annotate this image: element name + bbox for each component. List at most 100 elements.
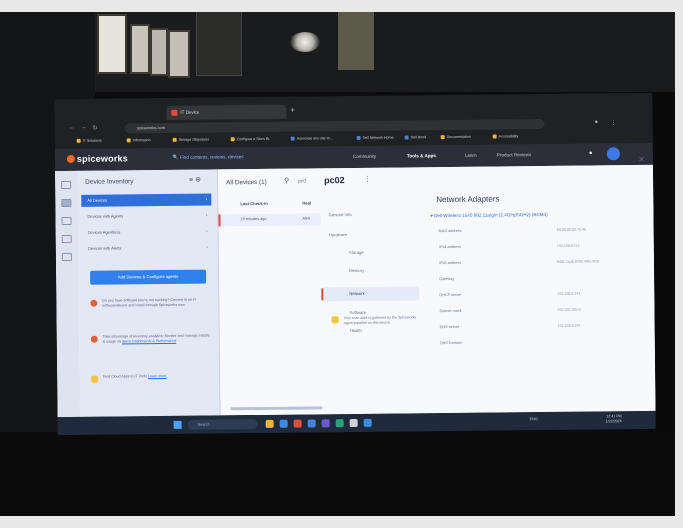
bookmark-item[interactable]: Information	[127, 135, 151, 146]
logo-text: spiceworks	[76, 153, 128, 164]
clock-date: 1/22/2024	[605, 419, 622, 424]
note-text: Your scan data is gathered by the Spicew…	[343, 315, 417, 326]
system-tray[interactable]: ENG	[530, 417, 538, 421]
browser-tab[interactable]: IT Device	[166, 104, 287, 120]
breadcrumb[interactable]: All Devices (1)	[226, 179, 267, 186]
sidebar-item-devices-agentless[interactable]: Devices Agentless ›	[82, 225, 212, 238]
avatar[interactable]	[606, 147, 620, 161]
tickets-icon[interactable]	[61, 216, 72, 226]
bookmark-item[interactable]: Dell Network Home	[357, 133, 394, 144]
filter-icon[interactable]: ≡	[189, 177, 193, 184]
windows-start-icon[interactable]	[173, 420, 182, 429]
reload-icon[interactable]: ↻	[93, 125, 98, 132]
sidebar-item-devices-with-alerts[interactable]: Devices with Alerts ›	[82, 241, 212, 254]
back-icon[interactable]: ←	[69, 125, 75, 131]
nav-tools-apps[interactable]: Tools & Apps	[407, 153, 436, 158]
pin-icon	[90, 335, 98, 343]
wall-frame	[150, 28, 168, 76]
wall-panel	[196, 6, 242, 76]
section-title: Network Adapters	[436, 194, 500, 205]
device-search-input[interactable]: pc0	[298, 179, 306, 185]
bookmark-item[interactable]: IT Solutions	[77, 136, 102, 147]
spiceworks-logo[interactable]: spiceworks	[66, 153, 128, 164]
pin-icon	[90, 299, 98, 307]
photo-border-bottom	[0, 516, 683, 528]
field-label: IPv4 address	[438, 244, 462, 250]
field-label: IPv6 address	[438, 260, 462, 266]
browser-chrome: IT Device + ← → ↻ spiceworks.com ● ⋮ IT …	[54, 92, 653, 150]
info-icon	[331, 316, 339, 324]
field-value: 192.168.8.241	[557, 291, 581, 296]
site-search[interactable]: 🔍 Find contents, reviews, devices	[173, 154, 244, 161]
app-icon[interactable]	[349, 418, 358, 428]
nav-item-general-info[interactable]: General Info	[328, 212, 351, 217]
column-header-health[interactable]: Heal	[302, 200, 311, 205]
column-header-last-checkin[interactable]: Last Check-in	[240, 201, 268, 206]
chrome-icon[interactable]	[293, 419, 302, 428]
app-icon[interactable]	[363, 418, 372, 427]
device-nav: General Info Hardware Storage Memory Net…	[318, 193, 420, 384]
device-panel: All Devices (1) ⚲ pc0 pc02 ⋮ ✕ Last Chec…	[218, 155, 656, 416]
add-icon[interactable]: ⊕	[195, 177, 201, 184]
inventory-icon[interactable]	[61, 198, 72, 208]
horizontal-scrollbar[interactable]	[230, 406, 323, 411]
nav-active-indicator	[321, 288, 324, 301]
tip-link[interactable]: Spice Dashboards & Performance	[122, 339, 176, 344]
add-devices-button[interactable]: Add Devices & Configure agents	[90, 269, 207, 285]
forward-icon[interactable]: →	[81, 125, 87, 131]
bookmark-item[interactable]: Documentation	[441, 132, 471, 143]
settings-icon[interactable]	[61, 252, 72, 262]
nav-item-memory[interactable]: Memory	[349, 268, 364, 273]
nav-item-storage[interactable]: Storage	[349, 250, 364, 255]
sidebar-item-devices-with-agents[interactable]: Devices with Agents ›	[81, 210, 211, 223]
sidebar-item-all-devices[interactable]: All Devices ›	[81, 193, 212, 207]
extensions-icon[interactable]: ●	[594, 119, 598, 125]
nav-item-software[interactable]: Software	[349, 310, 366, 315]
bookmark-item[interactable]: Dell Bond	[405, 132, 427, 143]
dashboard-icon[interactable]	[61, 180, 72, 190]
teams-icon[interactable]	[321, 419, 330, 428]
tip-card: Take advantage of inventory analytics: M…	[89, 334, 211, 345]
adapter-name[interactable]: ▾ Dell Wireless 1540 802.11a/g/n (2.4GHz…	[430, 212, 547, 219]
browser-menu-icon[interactable]: ⋮	[610, 119, 617, 126]
taskbar-search[interactable]: Search	[187, 419, 258, 430]
ceiling-light	[290, 32, 320, 52]
search-icon[interactable]: ⚲	[284, 177, 289, 185]
bookmark-item[interactable]: Associate any site to...	[291, 133, 333, 144]
tip-link[interactable]: Learn more	[148, 374, 166, 378]
bookmark-item[interactable]: Accessibility	[493, 131, 519, 142]
more-options-icon[interactable]: ⋮	[364, 175, 371, 183]
sidebar-item-label: All Devices	[87, 197, 108, 203]
bookmark-item[interactable]: Configure a Site's Bt	[231, 134, 270, 145]
close-icon[interactable]: ✕	[638, 155, 645, 164]
edge-icon[interactable]	[279, 419, 288, 428]
bookmark-item[interactable]: Storage Objectives	[173, 135, 209, 146]
nav-item-network[interactable]: Network	[349, 291, 364, 296]
new-tab-icon[interactable]: +	[290, 106, 295, 115]
nav-item-hardware[interactable]: Hardware	[329, 232, 347, 237]
nav-learn[interactable]: Learn	[465, 153, 477, 158]
agent-note: Your scan data is gathered by the Spicew…	[331, 315, 418, 326]
reports-icon[interactable]	[61, 234, 72, 244]
tip-text: Do you have software you're not tracking…	[102, 297, 197, 308]
site-search-text: Find contents, reviews, devices	[179, 154, 244, 160]
sidebar-item-label: Devices with Agents	[87, 213, 124, 219]
chevron-right-icon: ›	[205, 212, 208, 219]
field-label: Subnet mask	[439, 308, 462, 314]
app-icon[interactable]	[335, 419, 344, 428]
tab-favicon-icon	[171, 109, 178, 116]
file-explorer-icon[interactable]	[265, 419, 274, 428]
network-adapters-section: Network Adapters ▾ Dell Wireless 1540 80…	[428, 191, 655, 393]
chevron-right-icon: ›	[205, 196, 208, 203]
device-title: pc02	[324, 175, 345, 186]
wall-panel	[338, 6, 374, 70]
nav-item-health[interactable]: Health	[350, 328, 362, 333]
taskbar-clock[interactable]: 12:41 PM 1/22/2024	[606, 414, 622, 424]
nav-product-reviews[interactable]: Product Reviews	[497, 152, 532, 157]
app-area: Device Inventory ≡ ⊕ All Devices › Device…	[55, 155, 656, 418]
nav-community[interactable]: Community	[353, 154, 376, 159]
outlook-icon[interactable]	[307, 419, 316, 428]
tip-card: Find Cloud Apps to IT Tools Learn more	[89, 374, 211, 383]
photo-border-right	[675, 0, 683, 528]
notifications-icon[interactable]: ●	[589, 151, 593, 157]
